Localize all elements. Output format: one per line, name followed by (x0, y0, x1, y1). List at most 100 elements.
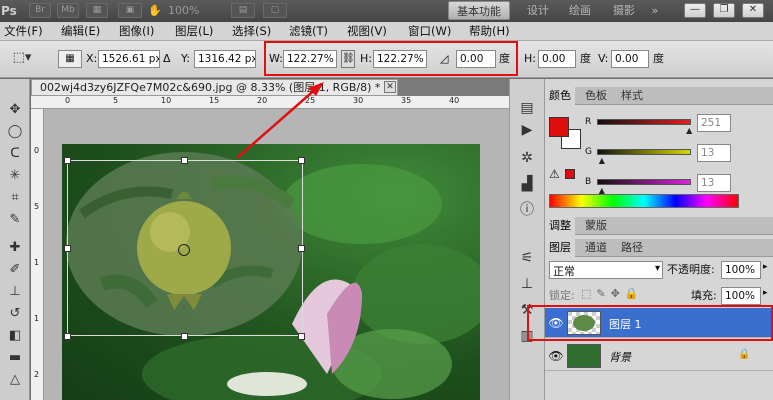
histogram-icon[interactable]: ▟ (514, 173, 540, 195)
channel-value-field[interactable]: 251 (697, 114, 731, 132)
document-tab[interactable]: 002wj4d3zy6JZFQe7M02c&690.jpg @ 8.33% (图… (31, 79, 398, 96)
pivot-point-icon[interactable] (178, 244, 190, 256)
transform-handle[interactable] (298, 157, 305, 164)
y-field[interactable]: 1316.42 px (194, 50, 256, 68)
hand-icon[interactable]: ✋ (148, 4, 166, 17)
brush-tool-icon[interactable]: ✐ (4, 261, 26, 279)
channel-value-field[interactable]: 13 (697, 174, 731, 192)
tab-adjustments[interactable]: 调整 (545, 217, 575, 235)
slider-knob[interactable]: ▲ (599, 186, 605, 195)
close-icon[interactable]: ✕ (742, 3, 764, 18)
magic-wand-icon[interactable]: ✳ (4, 167, 26, 185)
clone-stamp-icon[interactable]: ⊥ (4, 283, 26, 301)
transform-tool-icon[interactable]: ⬚▾ (5, 50, 39, 68)
reference-point-icon[interactable]: ▦ (58, 50, 82, 68)
chevron-down-icon: ▾ (654, 263, 660, 274)
tab-styles[interactable]: 样式 (617, 87, 647, 105)
blend-mode-select[interactable]: 正常 ▾ (549, 261, 663, 279)
height-field[interactable]: 122.27% (373, 50, 427, 68)
brush-presets-icon[interactable]: ⚟ (514, 247, 540, 269)
transform-handle[interactable] (64, 333, 71, 340)
channel-slider[interactable] (597, 119, 691, 125)
menu-edit[interactable]: 编辑(E) (61, 22, 100, 41)
gradient-tool-icon[interactable]: ▬ (4, 349, 26, 367)
layer-row[interactable]: 👁 背景 🔒 (545, 341, 773, 371)
workspace-photography[interactable]: 摄影 (604, 1, 644, 20)
gamut-swatch[interactable] (565, 169, 575, 179)
marquee-tool-icon[interactable]: ◯ (4, 123, 26, 141)
lock-icons[interactable]: ⬚✎✥🔒 (581, 287, 644, 300)
workspace-design[interactable]: 设计 (518, 1, 558, 20)
warning-icon[interactable]: ⚠ (549, 167, 560, 181)
vskew-field[interactable]: 0.00 (611, 50, 649, 68)
history-icon[interactable]: ▤ (514, 97, 540, 119)
transform-handle[interactable] (298, 333, 305, 340)
transform-handle[interactable] (181, 157, 188, 164)
workspace-more[interactable]: » (647, 1, 663, 20)
eye-icon[interactable]: 👁 (547, 341, 565, 371)
clone-source-icon[interactable]: ⊥ (514, 273, 540, 295)
fill-field[interactable]: 100% (721, 287, 761, 305)
actions-icon[interactable]: ▶ (514, 119, 540, 141)
move-tool-icon[interactable]: ✥ (4, 101, 26, 119)
lasso-tool-icon[interactable]: ᑕ (4, 145, 26, 163)
zoom-level[interactable]: 100% (168, 4, 199, 17)
fill-arrow-icon[interactable]: ▸ (763, 288, 768, 298)
tab-color[interactable]: 颜色 (545, 87, 575, 105)
menu-file[interactable]: 文件(F) (4, 22, 43, 41)
tab-layers[interactable]: 图层 (545, 239, 575, 257)
slider-knob[interactable]: ▲ (599, 156, 605, 165)
menu-image[interactable]: 图像(I) (119, 22, 154, 41)
hskew-field[interactable]: 0.00 (538, 50, 576, 68)
tab-paths[interactable]: 路径 (617, 239, 647, 257)
channel-value-field[interactable]: 13 (697, 144, 731, 162)
relative-position-icon[interactable]: Δ (163, 50, 171, 68)
menu-select[interactable]: 选择(S) (232, 22, 271, 41)
screen-mode-icon[interactable]: ▢ (263, 3, 287, 18)
info-icon[interactable]: ⓘ (514, 199, 540, 221)
menu-window[interactable]: 窗口(W) (408, 22, 451, 41)
ruler-label: 2 (34, 370, 40, 379)
tab-channels[interactable]: 通道 (581, 239, 611, 257)
slider-knob[interactable]: ▲ (686, 126, 692, 135)
eyedropper-icon[interactable]: ✎ (4, 211, 26, 229)
x-field[interactable]: 1526.61 px (98, 50, 160, 68)
mini-bridge-button[interactable]: Mb (57, 3, 79, 18)
transform-handle[interactable] (64, 157, 71, 164)
angle-field[interactable]: 0.00 (456, 50, 496, 68)
foreground-color-swatch[interactable] (549, 117, 569, 137)
extras-icon[interactable]: ▦ (86, 3, 108, 18)
tab-swatches[interactable]: 色板 (581, 87, 611, 105)
width-field[interactable]: 122.27% (283, 50, 337, 68)
color-spectrum[interactable] (549, 194, 739, 208)
close-tab-icon[interactable]: ✕ (384, 81, 396, 93)
transform-handle[interactable] (181, 333, 188, 340)
arrange-documents-icon[interactable]: ▤ (231, 3, 255, 18)
bridge-button[interactable]: Br (29, 3, 51, 18)
view-mode-icon[interactable]: ▣ (118, 3, 142, 18)
history-brush-icon[interactable]: ↺ (4, 305, 26, 323)
menu-help[interactable]: 帮助(H) (469, 22, 510, 41)
transform-handle[interactable] (64, 245, 71, 252)
tab-masks[interactable]: 蒙版 (581, 217, 611, 235)
menu-view[interactable]: 视图(V) (347, 22, 387, 41)
menu-filter[interactable]: 滤镜(T) (289, 22, 328, 41)
restore-icon[interactable]: ❐ (713, 3, 735, 18)
channel-slider[interactable] (597, 149, 691, 155)
eraser-tool-icon[interactable]: ◧ (4, 327, 26, 345)
link-icon[interactable]: ⛓ (341, 50, 355, 68)
menu-layer[interactable]: 图层(L) (175, 22, 213, 41)
channel-slider[interactable] (597, 179, 691, 185)
healing-brush-icon[interactable]: ✚ (4, 239, 26, 257)
angle-icon: ◿ (440, 52, 449, 65)
transform-handle[interactable] (298, 245, 305, 252)
minimize-icon[interactable]: — (684, 3, 706, 18)
blur-tool-icon[interactable]: △ (4, 371, 26, 389)
workspace-painting[interactable]: 绘画 (560, 1, 600, 20)
opacity-field[interactable]: 100% (721, 261, 761, 279)
opacity-arrow-icon[interactable]: ▸ (763, 262, 768, 272)
navigator-icon[interactable]: ✲ (514, 147, 540, 169)
document-image[interactable] (62, 144, 480, 400)
workspace-essentials[interactable]: 基本功能 (448, 1, 510, 20)
crop-tool-icon[interactable]: ⌗ (4, 189, 26, 207)
